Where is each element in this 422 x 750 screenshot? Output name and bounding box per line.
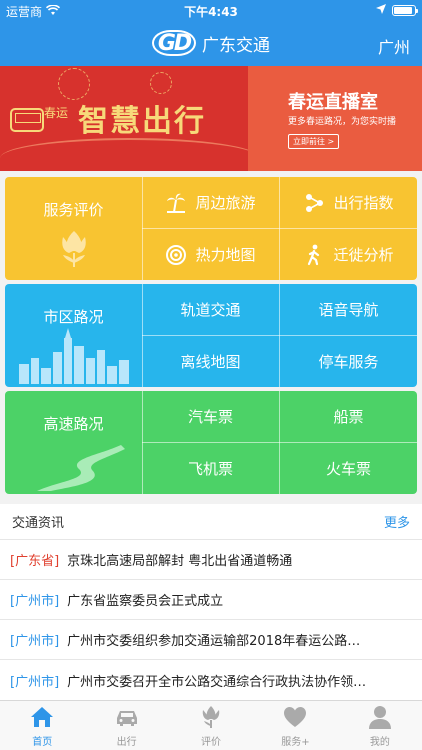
tile-voice-navigation[interactable]: 语音导航 xyxy=(280,284,417,335)
tile-label: 周边旅游 xyxy=(195,194,256,212)
home-icon xyxy=(31,706,54,727)
app-logo: GD xyxy=(152,30,196,56)
banner-right: 春运直播室 更多春运路况，为您实时播 立即前往 > xyxy=(248,66,422,171)
tile-label: 语音导航 xyxy=(318,301,379,319)
tab-rating[interactable]: 评价 xyxy=(169,701,253,750)
tab-travel[interactable]: 出行 xyxy=(84,701,168,750)
tile-label: 汽车票 xyxy=(187,408,233,426)
tab-label: 首页 xyxy=(32,736,53,748)
bus-icon xyxy=(10,108,44,132)
status-bar: 运营商 下午4:43 xyxy=(0,0,422,22)
tab-home[interactable]: 首页 xyxy=(0,701,84,750)
tile-train-ticket[interactable]: 火车票 xyxy=(280,443,417,494)
tab-bar: 首页 出行 评价 服务+ 我的 xyxy=(0,700,422,750)
highway-traffic-label: 高速路况 xyxy=(43,415,104,433)
tab-label: 服务+ xyxy=(281,736,310,748)
tile-label: 火车票 xyxy=(325,460,371,478)
tile-travel-index[interactable]: 出行指数 xyxy=(280,177,417,228)
winding-road-icon xyxy=(37,445,125,491)
service-rating-tile[interactable]: 服务评价 xyxy=(5,177,142,280)
location-arrow-icon xyxy=(376,3,386,17)
tile-label: 飞机票 xyxy=(187,460,233,478)
news-region-tag: [广东省] xyxy=(10,554,60,569)
tile-offline-map[interactable]: 离线地图 xyxy=(142,336,279,387)
tile-label: 迁徙分析 xyxy=(333,246,394,264)
go-now-button[interactable]: 立即前往 > xyxy=(288,134,340,149)
nav-title-group: GD 广东交通 xyxy=(0,30,422,56)
tab-mine[interactable]: 我的 xyxy=(338,701,422,750)
status-time: 下午4:43 xyxy=(184,5,238,19)
live-room-title: 春运直播室 xyxy=(288,92,378,113)
tile-nearby-travel[interactable]: 周边旅游 xyxy=(142,177,279,228)
tulip-icon xyxy=(62,231,86,267)
banner-title: 智慧出行 xyxy=(78,104,206,139)
car-icon xyxy=(116,710,137,726)
city-skyline-icon xyxy=(19,328,129,384)
tile-flight-ticket[interactable]: 飞机票 xyxy=(142,443,279,494)
city-traffic-label: 市区路况 xyxy=(43,308,104,326)
tile-label: 停车服务 xyxy=(318,353,379,371)
nav-bar: GD 广东交通 广州 xyxy=(0,22,422,66)
tab-service-plus[interactable]: 服务+ xyxy=(253,701,337,750)
tile-label: 船票 xyxy=(333,408,364,426)
news-headline: 广东省监察委员会正式成立 xyxy=(67,594,224,609)
person-icon xyxy=(368,705,391,729)
grid-row-highway: 高速路况 汽车票 船票 飞机票 火车票 xyxy=(5,391,417,494)
banner-sub: 春运 xyxy=(44,106,69,120)
tulip-icon xyxy=(202,705,220,728)
status-right-group xyxy=(376,3,418,17)
city-traffic-tile[interactable]: 市区路况 xyxy=(5,284,142,387)
tile-label: 出行指数 xyxy=(333,194,394,212)
tab-label: 评价 xyxy=(201,736,222,748)
news-more-link[interactable]: 更多 xyxy=(384,512,410,531)
grid-row-city: 市区路况 轨道交通 语音导航 离线地图 停车服务 xyxy=(5,284,417,387)
promo-banner[interactable]: 春运 智慧出行 春运直播室 更多春运路况，为您实时播 立即前往 > xyxy=(0,66,422,171)
tile-parking-service[interactable]: 停车服务 xyxy=(280,336,417,387)
tile-ferry-ticket[interactable]: 船票 xyxy=(280,391,417,442)
news-section: 交通资讯 更多 [广东省] 京珠北高速局部解封 粤北出省通道畅通 [广州市] 广… xyxy=(0,504,422,700)
heart-icon xyxy=(284,706,307,727)
tile-migration-analysis[interactable]: 迁徙分析 xyxy=(280,229,417,280)
news-item[interactable]: [广州市] 广州市交委召开全市公路交通综合行政执法协作领… xyxy=(0,660,422,700)
tile-label: 轨道交通 xyxy=(180,301,241,319)
tab-label: 我的 xyxy=(369,736,390,748)
news-region-tag: [广州市] xyxy=(10,674,60,690)
live-room-desc: 更多春运路况，为您实时播 xyxy=(288,117,397,127)
service-rating-label: 服务评价 xyxy=(43,201,104,219)
decor-wave xyxy=(0,138,248,171)
news-region-tag: [广州市] xyxy=(10,594,60,609)
share-nodes-icon xyxy=(303,192,325,214)
news-header: 交通资讯 更多 xyxy=(0,504,422,540)
page-title: 广东交通 xyxy=(202,35,270,56)
palm-tree-icon xyxy=(165,192,187,214)
tile-bus-ticket[interactable]: 汽车票 xyxy=(142,391,279,442)
grid-row-service: 服务评价 周边旅游 出行指数 热力地图 迁徙分析 xyxy=(5,177,417,280)
news-headline: 广州市交委组织参加交通运输部2018年春运公路… xyxy=(67,634,361,649)
tile-label: 离线地图 xyxy=(180,353,241,371)
walking-person-icon xyxy=(303,244,325,266)
news-item[interactable]: [广州市] 广州市交委组织参加交通运输部2018年春运公路… xyxy=(0,620,422,660)
heat-map-icon xyxy=(165,244,187,266)
battery-icon xyxy=(392,4,418,16)
news-headline: 京珠北高速局部解封 粤北出省通道畅通 xyxy=(67,554,293,569)
tile-label: 热力地图 xyxy=(195,246,256,264)
news-item[interactable]: [广州市] 广东省监察委员会正式成立 xyxy=(0,580,422,620)
tile-heat-map[interactable]: 热力地图 xyxy=(142,229,279,280)
firework-icon xyxy=(150,72,172,94)
news-headline: 广州市交委召开全市公路交通综合行政执法协作领… xyxy=(67,674,367,690)
highway-traffic-tile[interactable]: 高速路况 xyxy=(5,391,142,494)
city-selector[interactable]: 广州 xyxy=(378,34,410,58)
app-header: 运营商 下午4:43 GD 广东交通 广州 xyxy=(0,0,422,66)
news-title: 交通资讯 xyxy=(12,516,65,531)
tile-rail-transit[interactable]: 轨道交通 xyxy=(142,284,279,335)
news-item[interactable]: [广东省] 京珠北高速局部解封 粤北出省通道畅通 xyxy=(0,540,422,580)
banner-left: 春运 智慧出行 xyxy=(0,66,248,171)
tab-label: 出行 xyxy=(116,736,137,748)
news-region-tag: [广州市] xyxy=(10,634,60,649)
